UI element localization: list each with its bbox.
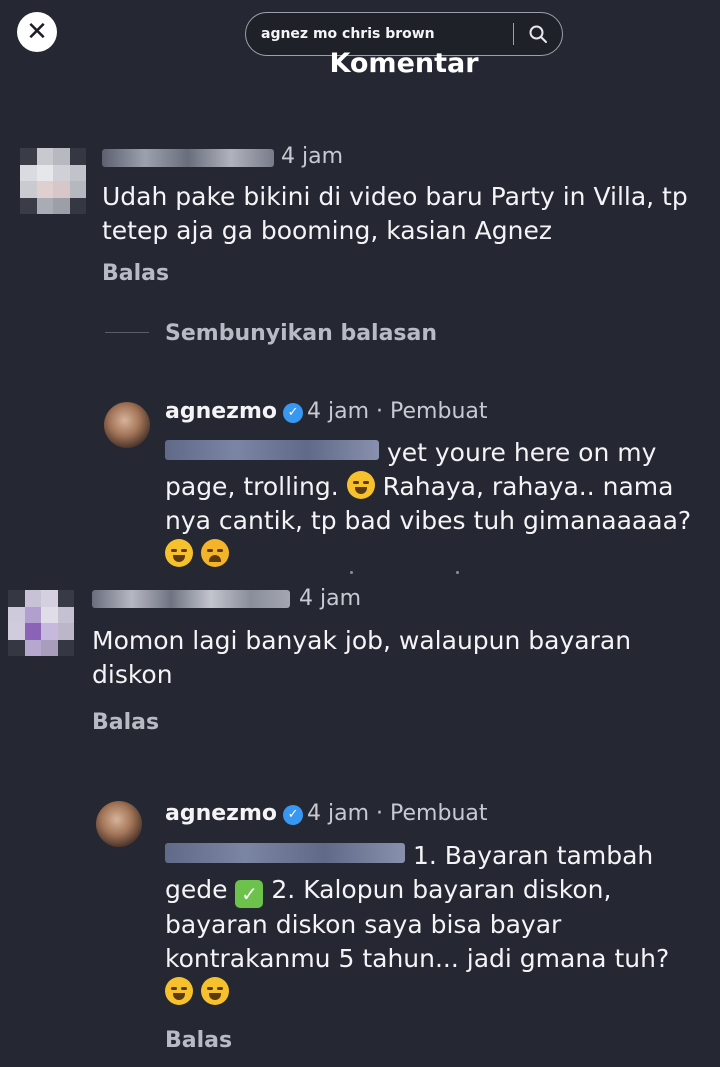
reply-header: agnezmo ✓ 4 jam · Pembuat [165, 399, 488, 424]
separator-dot [456, 571, 459, 574]
reply-text-line: kontrakanmu 5 tahun... jadi gmana tuh? [165, 944, 670, 973]
comment-time: 4 jam [299, 586, 362, 611]
reply-text-line: 2. Kalopun bayaran diskon, [271, 875, 612, 904]
replies-divider [105, 332, 149, 333]
rofl-emoji-icon [200, 977, 229, 1005]
reply-text-line: bayaran diskon saya bisa bayar [165, 910, 562, 939]
comment-text: Udah pake bikini di video baru Party in … [102, 182, 688, 245]
mention-blurred[interactable] [165, 843, 405, 863]
verified-badge-icon: ✓ [283, 403, 304, 423]
reply-meta: 4 jam · Pembuat [307, 399, 488, 424]
creator-avatar[interactable] [96, 801, 142, 847]
hide-replies-button[interactable]: Sembunyikan balasan [165, 321, 437, 346]
rofl-emoji-icon [165, 977, 193, 1005]
close-icon: ✕ [26, 17, 48, 47]
rofl-emoji-icon [165, 539, 193, 567]
reply-text-line: page, trolling. [165, 472, 339, 501]
search-icon[interactable] [514, 24, 562, 44]
reply-text-line: gede [165, 875, 228, 904]
reply-text: 1. Bayaran tambah gede ✓ 2. Kalopun baya… [165, 839, 710, 1010]
separator-dot [350, 571, 353, 574]
reply-text-line: nya cantik, tp bad vibes tuh gimanaaaaa? [165, 506, 692, 535]
reply-meta: 4 jam · Pembuat [307, 801, 488, 826]
reply-text-line: yet youre here on my [386, 438, 657, 467]
reply-button[interactable]: Balas [102, 261, 169, 286]
comment-time: 4 jam [281, 144, 344, 169]
comment-text: Momon lagi banyak job, walaupun bayaran … [92, 626, 632, 689]
reply-header: agnezmo ✓ 4 jam · Pembuat [165, 801, 488, 826]
commenter-avatar[interactable] [20, 148, 86, 214]
laughing-emoji-icon [346, 471, 375, 499]
verified-badge-icon: ✓ [283, 805, 304, 825]
weary-emoji-icon [200, 539, 229, 567]
reply-text-line: 1. Bayaran tambah [412, 841, 654, 870]
creator-username[interactable]: agnezmo [165, 399, 277, 424]
check-mark-icon: ✓ [235, 880, 264, 908]
reply-button[interactable]: Balas [92, 710, 159, 735]
reply-button[interactable]: Balas [165, 1028, 232, 1053]
page-title: Komentar [329, 48, 479, 79]
reply-text: yet youre here on my page, trolling. Rah… [165, 436, 705, 572]
creator-username[interactable]: agnezmo [165, 801, 277, 826]
search-query[interactable]: agnez mo chris brown [246, 26, 513, 42]
commenter-username-blurred[interactable] [102, 149, 274, 167]
mention-blurred[interactable] [165, 440, 379, 460]
commenter-username-blurred[interactable] [92, 590, 290, 608]
close-button[interactable]: ✕ [17, 12, 57, 52]
commenter-avatar[interactable] [8, 590, 74, 656]
creator-avatar[interactable] [104, 402, 150, 448]
reply-text-line: Rahaya, rahaya.. nama [382, 472, 674, 501]
